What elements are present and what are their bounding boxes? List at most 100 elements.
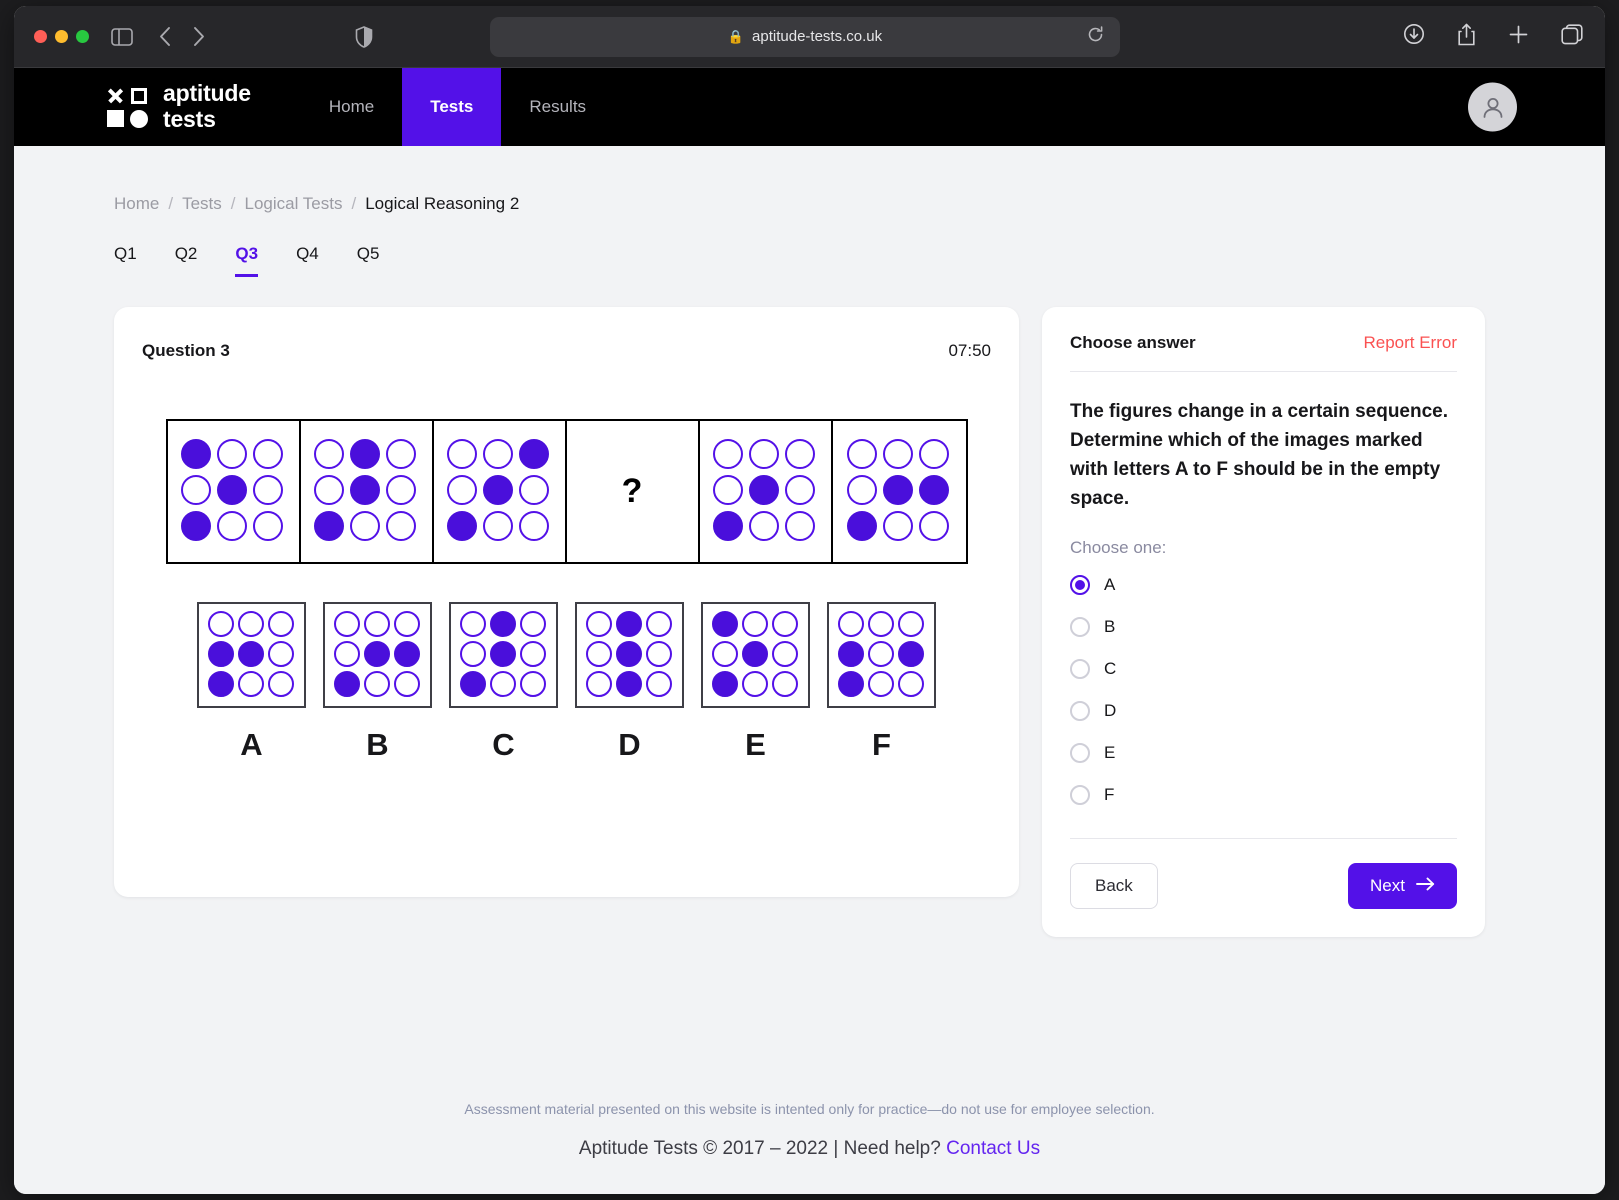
address-bar-url: aptitude-tests.co.uk <box>752 28 882 45</box>
dot-filled <box>713 511 743 541</box>
next-button[interactable]: Next <box>1348 863 1457 909</box>
tab-q1[interactable]: Q1 <box>114 244 137 277</box>
question-timer: 07:50 <box>948 341 991 361</box>
breadcrumb-item-tests[interactable]: Tests <box>182 194 222 214</box>
dot-empty <box>364 671 390 697</box>
option-f[interactable]: F <box>827 602 936 763</box>
option-b[interactable]: B <box>323 602 432 763</box>
breadcrumb-item-home[interactable]: Home <box>114 194 159 214</box>
nav-item-results[interactable]: Results <box>501 68 614 146</box>
dot-empty <box>868 611 894 637</box>
square-outline-icon <box>128 85 150 106</box>
maximize-window-button[interactable] <box>76 30 89 43</box>
dot-empty <box>394 611 420 637</box>
dot-filled <box>447 511 477 541</box>
radio-icon[interactable] <box>1070 785 1090 805</box>
reload-icon[interactable] <box>1087 26 1104 47</box>
share-icon[interactable] <box>1457 23 1476 51</box>
report-error-link[interactable]: Report Error <box>1363 333 1457 353</box>
radio-icon[interactable] <box>1070 617 1090 637</box>
downloads-icon[interactable] <box>1403 23 1425 50</box>
dot-empty <box>838 611 864 637</box>
dot-empty <box>749 511 779 541</box>
brand-logo[interactable]: aptitude tests <box>104 68 251 146</box>
nav-item-tests[interactable]: Tests <box>402 68 501 146</box>
avatar[interactable] <box>1468 83 1517 132</box>
main-content: Question 3 07:50 ? ABCDEF Choose answer … <box>14 277 1605 937</box>
option-e[interactable]: E <box>701 602 810 763</box>
brand-line-1: aptitude <box>163 81 251 107</box>
dot-empty <box>253 439 283 469</box>
answer-option-d[interactable]: D <box>1070 690 1457 732</box>
square-filled-icon <box>104 108 126 129</box>
dot-filled <box>490 611 516 637</box>
dot-empty <box>483 511 513 541</box>
dot-empty <box>394 671 420 697</box>
footer-copyright: Aptitude Tests © 2017 – 2022 | Need help… <box>14 1138 1605 1160</box>
sequence-cell-6 <box>833 421 966 562</box>
dot-empty <box>217 439 247 469</box>
footer-disclaimer: Assessment material presented on this we… <box>14 1101 1605 1117</box>
minimize-window-button[interactable] <box>55 30 68 43</box>
option-d[interactable]: D <box>575 602 684 763</box>
page-title: Question 3 <box>142 341 230 361</box>
dot-filled <box>238 641 264 667</box>
forward-arrow-icon[interactable] <box>192 26 205 47</box>
dot-filled <box>919 475 949 505</box>
dot-filled <box>208 641 234 667</box>
window-traffic-lights[interactable] <box>34 30 89 43</box>
tab-q3[interactable]: Q3 <box>235 244 258 277</box>
missing-figure-marker: ? <box>622 472 643 511</box>
dot-filled <box>314 511 344 541</box>
radio-icon[interactable] <box>1070 743 1090 763</box>
dot-empty <box>883 511 913 541</box>
dot-matrix <box>314 439 419 544</box>
sequence-cell-3 <box>434 421 567 562</box>
option-c[interactable]: C <box>449 602 558 763</box>
tab-q5[interactable]: Q5 <box>357 244 380 277</box>
answer-option-b[interactable]: B <box>1070 606 1457 648</box>
dot-empty <box>898 611 924 637</box>
back-arrow-icon[interactable] <box>159 26 172 47</box>
breadcrumb-item-logical-tests[interactable]: Logical Tests <box>245 194 343 214</box>
tab-overview-icon[interactable] <box>1561 24 1583 50</box>
answer-option-e[interactable]: E <box>1070 732 1457 774</box>
radio-selected-icon[interactable] <box>1070 575 1090 595</box>
option-label: F <box>872 727 891 763</box>
answer-option-a[interactable]: A <box>1070 564 1457 606</box>
new-tab-icon[interactable] <box>1508 24 1529 50</box>
dot-empty <box>238 611 264 637</box>
dot-filled <box>181 511 211 541</box>
dot-empty <box>646 641 672 667</box>
answer-option-f[interactable]: F <box>1070 774 1457 816</box>
dot-matrix <box>586 611 674 699</box>
dot-matrix <box>838 611 926 699</box>
privacy-shield-icon[interactable] <box>355 26 373 48</box>
answer-option-label: A <box>1104 575 1115 595</box>
answer-option-c[interactable]: C <box>1070 648 1457 690</box>
dot-filled <box>712 671 738 697</box>
radio-icon[interactable] <box>1070 659 1090 679</box>
question-prompt: The figures change in a certain sequence… <box>1070 372 1457 514</box>
dot-filled <box>460 671 486 697</box>
option-figure <box>575 602 684 708</box>
address-bar[interactable]: 🔒 aptitude-tests.co.uk <box>490 17 1120 57</box>
sidebar-toggle-icon[interactable] <box>111 28 133 46</box>
dot-empty <box>785 439 815 469</box>
dot-empty <box>268 641 294 667</box>
radio-icon[interactable] <box>1070 701 1090 721</box>
lock-icon: 🔒 <box>728 29 744 45</box>
dot-empty <box>713 439 743 469</box>
contact-us-link[interactable]: Contact Us <box>946 1138 1040 1159</box>
back-button[interactable]: Back <box>1070 863 1158 909</box>
option-a[interactable]: A <box>197 602 306 763</box>
tab-q2[interactable]: Q2 <box>175 244 198 277</box>
dot-empty <box>847 439 877 469</box>
tab-q4[interactable]: Q4 <box>296 244 319 277</box>
dot-filled <box>334 671 360 697</box>
puzzle-figure: ? ABCDE F <box>142 419 991 763</box>
close-window-button[interactable] <box>34 30 47 43</box>
dot-filled <box>616 641 642 667</box>
dot-matrix <box>334 611 422 699</box>
nav-item-home[interactable]: Home <box>301 68 402 146</box>
